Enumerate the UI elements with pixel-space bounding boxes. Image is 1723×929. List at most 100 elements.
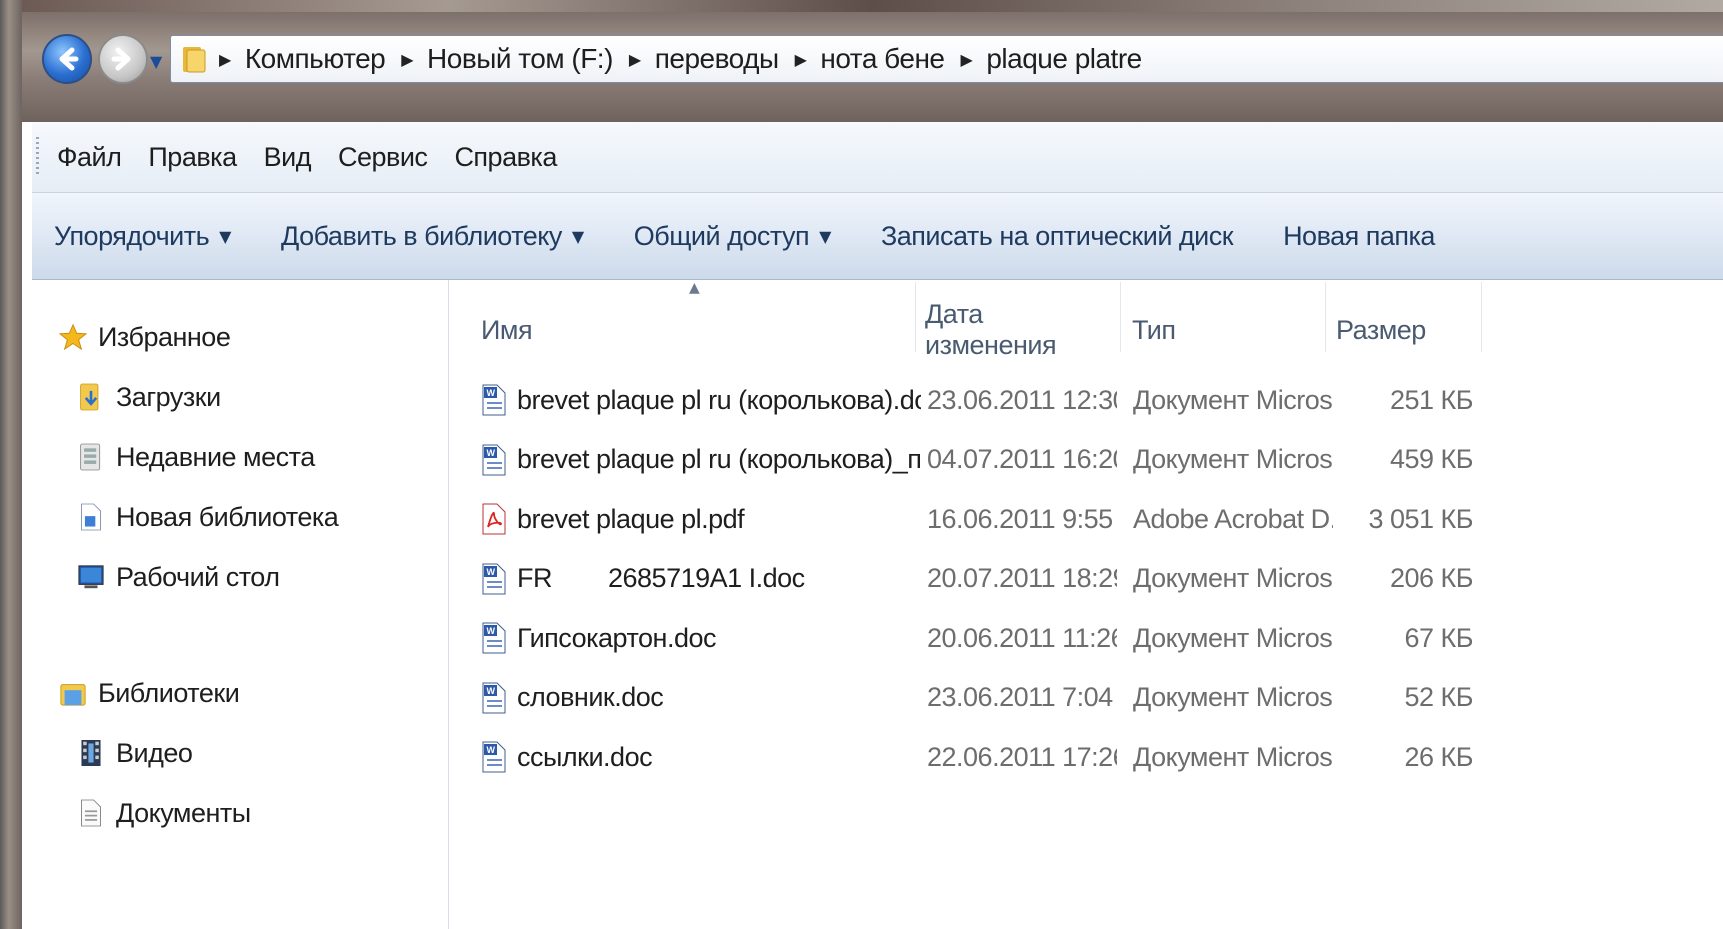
file-size: 206 КБ xyxy=(1390,563,1473,593)
burn-button[interactable]: Записать на оптический диск xyxy=(881,221,1234,252)
file-date: 04.07.2011 16:20 xyxy=(927,444,1117,474)
word-doc-icon: W xyxy=(481,740,507,774)
nav-recent-label: Недавние места xyxy=(116,441,315,472)
column-header-type[interactable]: Тип xyxy=(1132,300,1322,360)
nav-new-library-label: Новая библиотека xyxy=(116,501,339,532)
file-name-cell[interactable]: W FR 2685719A1 I.doc xyxy=(481,551,921,607)
file-row[interactable]: Wbrevet plaque pl ru (королькова)_пров..… xyxy=(449,432,1723,488)
document-icon xyxy=(76,796,106,830)
file-name-cell[interactable]: Wсловник.doc xyxy=(481,670,921,726)
breadcrumb-computer[interactable]: ▶ Компьютер xyxy=(219,43,386,75)
recent-pages-dropdown-icon[interactable]: ▼ xyxy=(150,52,162,71)
file-size: 251 КБ xyxy=(1390,384,1473,415)
file-name: brevet plaque pl.pdf xyxy=(517,503,745,534)
chevron-down-icon: ▼ xyxy=(819,226,831,246)
downloads-folder-icon xyxy=(76,380,106,414)
sort-ascending-icon: ▲ xyxy=(689,280,700,296)
file-date: 20.07.2011 18:29 xyxy=(927,563,1117,593)
column-divider[interactable] xyxy=(1325,282,1326,352)
column-divider[interactable] xyxy=(1120,282,1121,352)
file-name-cell[interactable]: Wссылки.doc xyxy=(481,729,921,785)
file-date: 23.06.2011 7:04 xyxy=(927,682,1113,712)
breadcrumb-nota-bene[interactable]: ▶ нота бене xyxy=(795,43,945,75)
organize-label: Упорядочить xyxy=(54,220,210,251)
svg-text:W: W xyxy=(487,567,496,577)
file-size: 26 КБ xyxy=(1404,741,1473,772)
back-arrow-icon xyxy=(59,47,79,71)
breadcrumb-volume[interactable]: ▶ Новый том (F:) xyxy=(401,43,613,75)
file-name-cell[interactable]: brevet plaque pl.pdf xyxy=(481,491,921,547)
column-divider[interactable] xyxy=(915,282,916,352)
file-type: Документ Micros... xyxy=(1133,384,1333,415)
file-list: ▲ Имя Дата изменения Тип Размер Wbrevet … xyxy=(449,280,1723,929)
word-doc-icon: W xyxy=(481,621,507,655)
file-row[interactable]: W FR 2685719A1 I.doc 20.07.2011 18:29 Докум… xyxy=(449,551,1723,607)
file-name-cell[interactable]: Wbrevet plaque pl ru (королькова)_пров..… xyxy=(481,432,921,488)
pdf-icon xyxy=(481,502,507,536)
forward-button[interactable] xyxy=(98,34,148,84)
window-frame-left xyxy=(0,0,22,929)
nav-downloads[interactable]: Загрузки xyxy=(76,380,221,414)
file-row[interactable]: Wссылки.doc 22.06.2011 17:26 Документ Micr… xyxy=(449,729,1723,785)
menu-edit[interactable]: Правка xyxy=(148,142,237,173)
file-name-cell[interactable]: Wbrevet plaque pl ru (королькова).doc xyxy=(481,372,921,428)
file-type: Документ Micros... xyxy=(1133,563,1333,593)
nav-desktop-label: Рабочий стол xyxy=(116,561,280,592)
chevron-down-icon: ▼ xyxy=(219,226,231,246)
recent-places-icon xyxy=(76,440,106,474)
breadcrumb-separator-icon[interactable]: ▶ xyxy=(629,50,641,69)
add-to-library-label: Добавить в библиотеку xyxy=(280,220,562,251)
column-header-size[interactable]: Размер xyxy=(1336,300,1476,360)
new-folder-button[interactable]: Новая папка xyxy=(1283,221,1435,252)
breadcrumb-separator-icon[interactable]: ▶ xyxy=(961,50,973,69)
menu-help[interactable]: Справка xyxy=(454,142,557,173)
file-date: 23.06.2011 12:30 xyxy=(927,384,1117,415)
breadcrumb-label: переводы xyxy=(654,43,779,74)
address-bar[interactable]: ▶ Компьютер ▶ Новый том (F:) ▶ переводы ▶ но… xyxy=(170,35,1723,83)
menu-view[interactable]: Вид xyxy=(264,142,312,173)
nav-documents[interactable]: Документы xyxy=(76,796,251,830)
nav-new-library[interactable]: Новая библиотека xyxy=(76,500,339,534)
nav-favorites[interactable]: Избранное xyxy=(58,320,231,354)
breadcrumb-current-folder[interactable]: ▶ plaque platre xyxy=(961,43,1143,75)
file-name: Гипсокартон.doc xyxy=(517,622,717,653)
nav-desktop[interactable]: Рабочий стол xyxy=(76,560,280,594)
window-frame-top xyxy=(22,0,1723,12)
file-row[interactable]: brevet plaque pl.pdf 16.06.2011 9:55 Adobe… xyxy=(449,491,1723,547)
breadcrumb-translations[interactable]: ▶ переводы xyxy=(629,43,779,75)
file-size: 3 051 КБ xyxy=(1368,503,1473,534)
share-button[interactable]: Общий доступ ▼ xyxy=(634,221,832,252)
breadcrumb-separator-icon[interactable]: ▶ xyxy=(795,50,807,69)
breadcrumb-separator-icon[interactable]: ▶ xyxy=(219,50,231,69)
forward-arrow-icon xyxy=(111,47,131,71)
file-size: 459 КБ xyxy=(1390,444,1473,474)
breadcrumb-label: plaque platre xyxy=(986,43,1142,74)
breadcrumb-separator-icon[interactable]: ▶ xyxy=(401,50,413,69)
file-row[interactable]: Wbrevet plaque pl ru (королькова).doc 23.… xyxy=(449,372,1723,428)
file-name: ссылки.doc xyxy=(517,741,653,772)
column-header-date[interactable]: Дата изменения xyxy=(925,299,1115,360)
back-button[interactable] xyxy=(42,34,92,84)
svg-text:W: W xyxy=(487,686,496,696)
nav-downloads-label: Загрузки xyxy=(116,381,221,412)
organize-button[interactable]: Упорядочить ▼ xyxy=(54,221,231,252)
toolbar-grip xyxy=(36,137,39,177)
menu-bar: Файл Правка Вид Сервис Справка xyxy=(32,122,1723,193)
column-header-name[interactable]: Имя xyxy=(481,300,901,360)
file-name: brevet plaque pl ru (королькова)_пров...… xyxy=(517,444,921,474)
column-divider[interactable] xyxy=(1481,282,1482,352)
file-name-cell[interactable]: W Гипсокартон.doc xyxy=(481,610,921,666)
add-to-library-button[interactable]: Добавить в библиотеку ▼ xyxy=(281,221,584,252)
file-type: Документ Micros... xyxy=(1133,622,1333,653)
menu-file[interactable]: Файл xyxy=(57,142,122,173)
file-name: brevet plaque pl ru (королькова).doc xyxy=(517,384,921,415)
file-row[interactable]: Wсловник.doc 23.06.2011 7:04 Документ Micr… xyxy=(449,670,1723,726)
svg-text:W: W xyxy=(487,626,496,636)
file-row[interactable]: W Гипсокартон.doc 20.06.2011 11:26 Документ… xyxy=(449,610,1723,666)
nav-video[interactable]: Видео xyxy=(76,736,193,770)
chevron-down-icon: ▼ xyxy=(571,226,584,246)
menu-tools[interactable]: Сервис xyxy=(338,142,428,173)
nav-recent-places[interactable]: Недавние места xyxy=(76,440,315,474)
nav-favorites-label: Избранное xyxy=(98,321,231,352)
nav-libraries[interactable]: Библиотеки xyxy=(58,676,240,710)
